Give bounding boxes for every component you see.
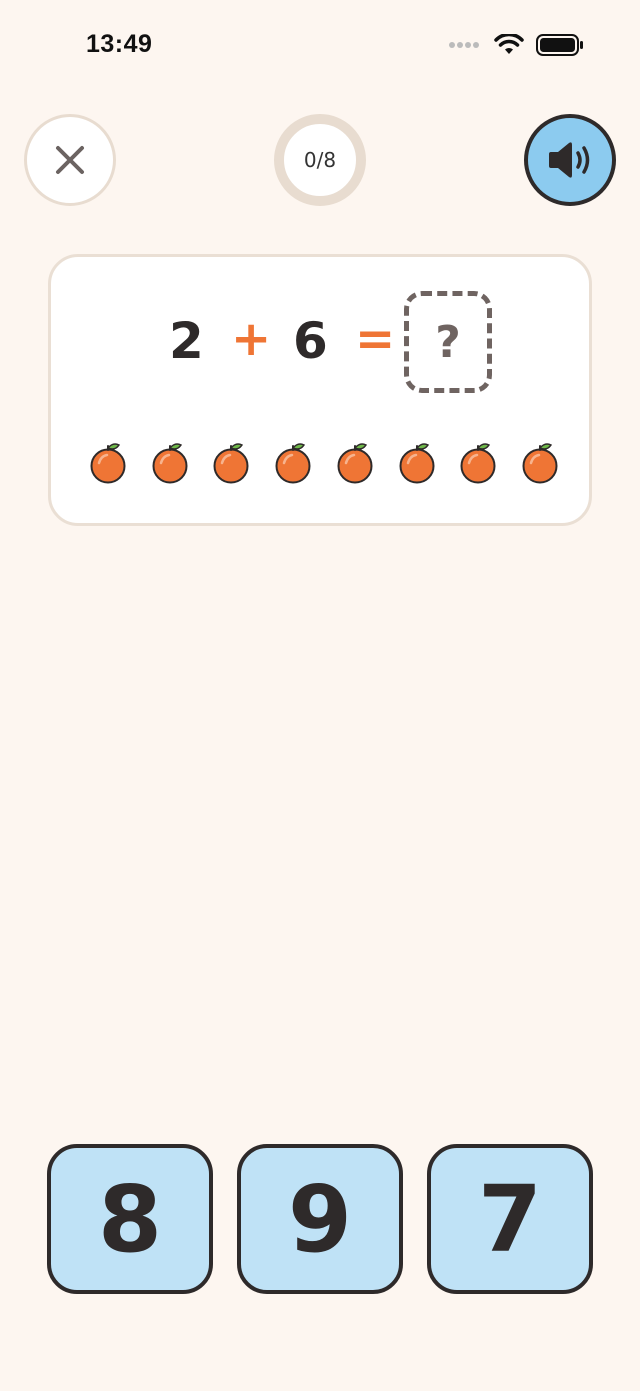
equals-sign: = bbox=[355, 311, 396, 367]
choice-button-2[interactable]: 9 bbox=[237, 1144, 403, 1294]
orange-icon bbox=[522, 443, 558, 484]
operand-b: 6 bbox=[293, 312, 328, 370]
orange-icon bbox=[337, 443, 373, 484]
orange-icon bbox=[275, 443, 311, 484]
sound-button[interactable] bbox=[524, 114, 616, 206]
speaker-icon bbox=[549, 142, 590, 178]
math-quiz-screen: 13:49 0/8 2 + 6 = ? 8 9 7 bbox=[0, 0, 640, 1391]
orange-icon bbox=[460, 443, 496, 484]
choice-button-3[interactable]: 7 bbox=[427, 1144, 593, 1294]
battery-icon bbox=[536, 34, 583, 56]
equation: 2 + 6 = ? bbox=[51, 291, 589, 395]
orange-icon bbox=[152, 443, 188, 484]
close-button[interactable] bbox=[24, 114, 116, 206]
status-time: 13:49 bbox=[86, 30, 153, 58]
answer-slot: ? bbox=[404, 291, 492, 393]
fruit-counters bbox=[89, 441, 559, 485]
answer-choices: 8 9 7 bbox=[47, 1144, 593, 1294]
operand-a: 2 bbox=[169, 312, 204, 370]
status-icons bbox=[448, 34, 584, 56]
answer-placeholder: ? bbox=[435, 316, 461, 368]
orange-icon bbox=[399, 443, 435, 484]
signal-dots-icon bbox=[449, 42, 479, 48]
operator-plus: + bbox=[231, 311, 272, 367]
question-card: 2 + 6 = ? bbox=[48, 254, 592, 526]
progress-label: 0/8 bbox=[303, 148, 337, 172]
wifi-icon bbox=[494, 34, 524, 54]
orange-icon bbox=[213, 443, 249, 484]
choice-button-1[interactable]: 8 bbox=[47, 1144, 213, 1294]
orange-icon bbox=[90, 443, 126, 484]
close-icon bbox=[56, 146, 84, 174]
